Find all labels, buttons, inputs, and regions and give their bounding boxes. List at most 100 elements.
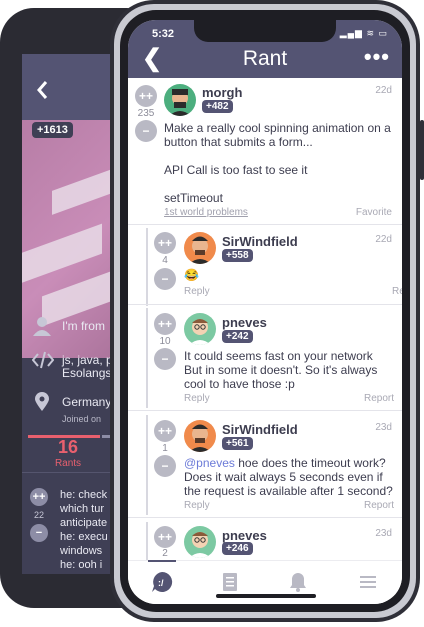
background-upvote-button[interactable]: ++	[30, 488, 48, 506]
comment-username[interactable]: SirWindfield	[222, 234, 298, 249]
comment-body: 😂	[184, 268, 199, 282]
comment-vote-count: 4	[162, 255, 168, 266]
comment-date: 23d	[375, 422, 392, 433]
profile-location-row: Germany	[32, 392, 111, 412]
avatar-pneves-icon	[189, 532, 211, 558]
comment-thread-line	[146, 415, 148, 515]
avatar-morgh-icon	[169, 89, 191, 116]
reply-button[interactable]: Reply	[184, 286, 210, 297]
profile-skills-text-2: Esolangs	[62, 366, 112, 380]
rant-date: 22d	[375, 85, 392, 96]
back-arrow-icon	[37, 81, 48, 99]
rant-vote-count: 235	[137, 108, 155, 119]
background-downvote-button[interactable]: −	[30, 524, 48, 542]
user-mention[interactable]: @pneves	[184, 456, 235, 470]
background-vote-count: 22	[33, 510, 44, 520]
avatar-pneves-icon	[189, 319, 211, 345]
status-icons: ▂▄▆ ≋ ▭	[339, 28, 388, 38]
comment-vote-count: 10	[159, 336, 171, 347]
rant-body: Make a really cool spinning animation on…	[164, 121, 391, 205]
comment-downvote-button[interactable]: −	[154, 268, 176, 290]
home-indicator	[216, 594, 316, 598]
active-tab-indicator	[148, 560, 176, 562]
phone-screen: 5:32 ▂▄▆ ≋ ▭ ❮ Rant ••• ++ 235 − morgh +…	[128, 20, 402, 604]
background-comment-line: he: execu	[60, 531, 108, 543]
page-title: Rant	[242, 47, 288, 70]
comment-upvote-button[interactable]: ++	[154, 232, 176, 254]
tab-notifications[interactable]	[287, 571, 309, 593]
comment-body: @pneves hoe does the timeout work? Does …	[184, 456, 393, 498]
avatar[interactable]	[184, 420, 216, 452]
background-comment-line: anticipate	[60, 517, 108, 529]
comment-divider	[128, 517, 402, 518]
comment-username[interactable]: pneves	[222, 528, 267, 543]
avatar[interactable]	[184, 526, 216, 558]
report-button[interactable]: Report	[364, 500, 394, 511]
background-comment-text: he: check which tur anticipate he: execu…	[60, 488, 108, 572]
avatar-sirwindfield-icon	[189, 424, 211, 452]
comment-upvote-button[interactable]: ++	[154, 526, 176, 548]
rant-user-score: +482	[202, 100, 233, 113]
background-score-badge: +1613	[32, 122, 73, 138]
avatar[interactable]	[184, 313, 216, 345]
favorite-button[interactable]: Favorite	[356, 207, 392, 218]
comment-user-score: +242	[222, 330, 253, 343]
comment-user-score: +246	[222, 542, 253, 555]
rant-divider	[128, 224, 402, 225]
reply-button[interactable]: Reply	[184, 500, 210, 511]
status-time: 5:32	[152, 28, 175, 40]
profile-about-row: I'm from	[32, 316, 105, 336]
profile-location-text: Germany	[62, 395, 112, 409]
comment-body: It could seems fast on your network But …	[184, 349, 378, 391]
comment-date: 22d	[375, 234, 392, 245]
avatar[interactable]	[184, 232, 216, 264]
comment-upvote-button[interactable]: ++	[154, 420, 176, 442]
user-icon	[32, 316, 52, 336]
comment-divider	[128, 304, 402, 305]
avatar-sirwindfield-icon	[189, 236, 211, 264]
background-comment-line: which tur	[60, 503, 105, 515]
hamburger-menu-icon	[360, 576, 376, 588]
profile-about-text: I'm from	[62, 319, 105, 333]
comment-downvote-button[interactable]: −	[154, 348, 176, 370]
rants-label: Rants	[54, 458, 82, 469]
comment-user-score: +558	[222, 249, 253, 262]
joined-text: Joined on	[62, 414, 102, 424]
rant-username[interactable]: morgh	[202, 85, 242, 100]
background-comment-line: he: check	[60, 489, 108, 501]
avatar[interactable]	[164, 84, 196, 116]
rants-count: 16	[57, 437, 79, 457]
report-button[interactable]: Report	[392, 286, 402, 297]
comment-username[interactable]: pneves	[222, 315, 267, 330]
report-button[interactable]: Report	[364, 393, 394, 404]
comment-upvote-button[interactable]: ++	[154, 313, 176, 335]
rant-downvote-button[interactable]: −	[135, 120, 157, 142]
rant-upvote-button[interactable]: ++	[135, 85, 157, 107]
phone-notch	[194, 20, 336, 42]
comment-user-score: +561	[222, 437, 253, 450]
comment-divider	[128, 410, 402, 411]
comment-thread-line	[146, 308, 148, 408]
comment-vote-count: 1	[162, 443, 168, 454]
tab-rants[interactable]: 16 Rants	[28, 437, 108, 469]
background-comment-line: he: ooh i	[60, 559, 103, 571]
rant-tag[interactable]: 1st world problems	[164, 207, 248, 218]
side-button	[420, 120, 424, 180]
document-icon	[223, 573, 237, 591]
comment-date: 23d	[375, 528, 392, 539]
comment-username[interactable]: SirWindfield	[222, 422, 298, 437]
code-icon	[31, 350, 55, 370]
more-button[interactable]: •••	[364, 46, 390, 68]
comment-downvote-button[interactable]: −	[154, 455, 176, 477]
background-comment-line: windows	[60, 545, 103, 557]
bell-icon	[290, 573, 306, 592]
reply-button[interactable]: Reply	[184, 393, 210, 404]
rants-speech-icon: :/	[152, 571, 173, 592]
location-icon	[32, 392, 52, 412]
svg-text::/: :/	[158, 578, 164, 588]
comment-vote-count: 2	[162, 548, 168, 559]
tab-stories[interactable]	[219, 571, 241, 593]
tab-rants[interactable]: :/	[151, 571, 173, 593]
profile-skills-text: js, java, p	[62, 353, 113, 367]
tab-menu[interactable]	[357, 571, 379, 593]
